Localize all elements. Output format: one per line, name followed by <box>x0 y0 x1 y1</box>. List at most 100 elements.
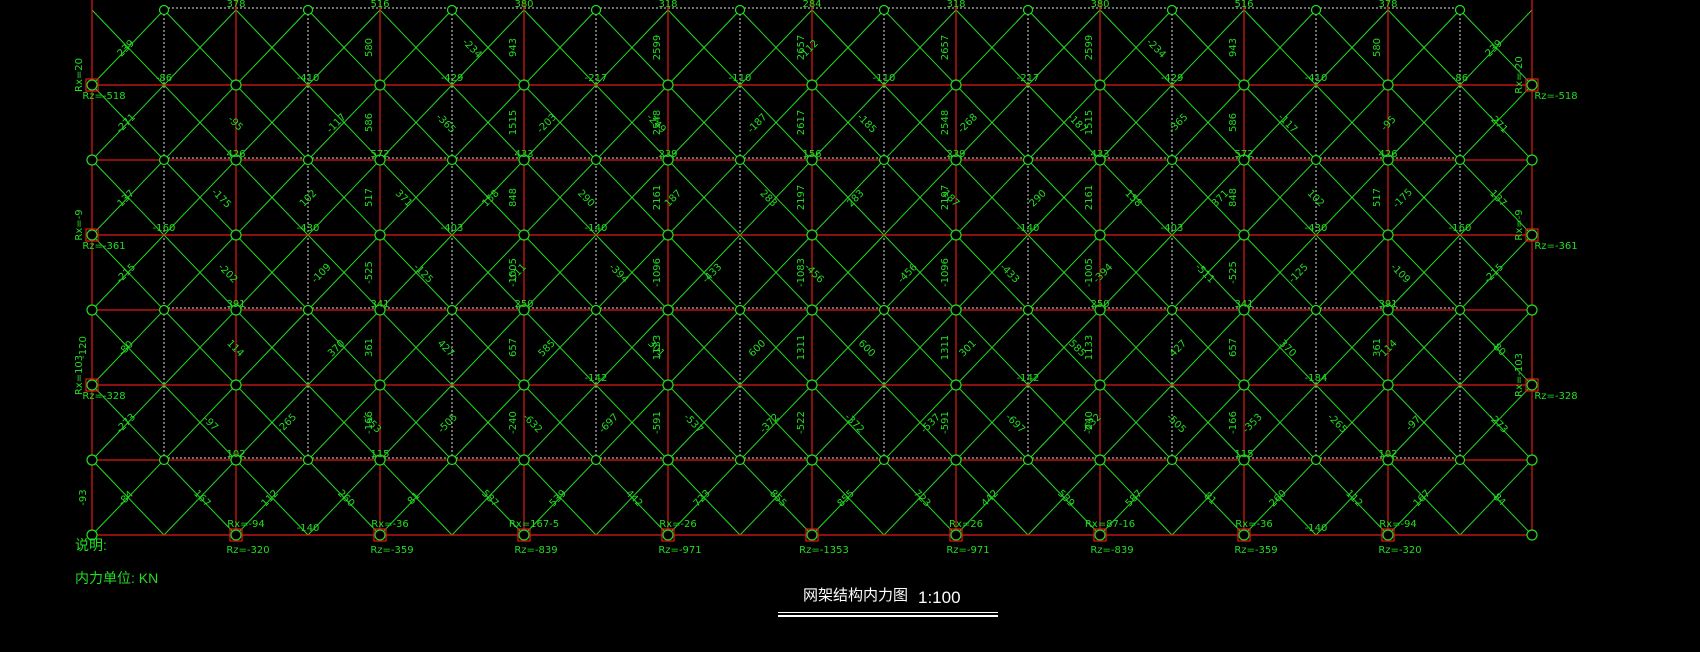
force-label: 301 <box>957 338 978 359</box>
force-label: -394 <box>606 262 630 286</box>
force-label: -95 <box>225 114 244 133</box>
support-reaction-label: Rz=-361 <box>1534 241 1577 252</box>
force-label: 115 <box>370 449 389 460</box>
force-label: -268 <box>956 112 980 136</box>
force-label: 516 <box>370 0 389 10</box>
force-label: 427 <box>1168 338 1189 359</box>
joint-node <box>518 379 530 391</box>
force-label: 250 <box>1090 299 1109 310</box>
force-label: 657 <box>1228 338 1239 357</box>
force-label: -505 <box>436 412 460 436</box>
joint-node <box>950 304 962 316</box>
force-label: 239 <box>946 149 965 160</box>
joint-node <box>1166 454 1178 466</box>
joint-node <box>950 529 962 541</box>
force-label: 848 <box>1228 188 1239 207</box>
joint-node <box>158 4 170 16</box>
force-label: 380 <box>514 0 533 10</box>
force-label: -217 <box>585 73 608 84</box>
joint-node <box>1310 304 1322 316</box>
force-label: 516 <box>1234 0 1253 10</box>
force-label: -1096 <box>652 258 663 287</box>
force-label: 586 <box>364 113 375 132</box>
joint-node <box>1094 379 1106 391</box>
force-label: -125 <box>1287 262 1311 286</box>
joint-node <box>374 229 386 241</box>
support-reaction-label: Rz=-361 <box>82 241 125 252</box>
force-label: 580 <box>1372 38 1383 57</box>
force-label: -273 <box>1486 412 1510 436</box>
force-label: 102 <box>1378 449 1397 460</box>
joint-node <box>1454 154 1466 166</box>
drawing-title: 网架结构内力图 <box>803 587 909 604</box>
joint-node <box>950 379 962 391</box>
joint-node <box>662 529 674 541</box>
joint-node <box>230 79 242 91</box>
support-reaction-label: Rz=-359 <box>1234 545 1277 556</box>
force-label: -430 <box>1305 223 1328 234</box>
joint-node <box>86 79 98 91</box>
joint-node <box>806 454 818 466</box>
force-label: 156 <box>802 149 821 160</box>
joint-node <box>590 154 602 166</box>
force-label: -591 <box>940 411 951 434</box>
force-label: 517 <box>364 188 375 207</box>
force-label: -505 <box>1164 412 1188 436</box>
force-label: -86 <box>156 73 172 84</box>
joint-node <box>806 229 818 241</box>
support-reaction-label: Rz=-359 <box>370 545 413 556</box>
force-label: -394 <box>1091 262 1115 286</box>
note-label: 说明: <box>75 537 107 553</box>
force-label: 1133 <box>1084 335 1095 360</box>
joint-node <box>1382 79 1394 91</box>
joint-node <box>446 154 458 166</box>
joint-node <box>1238 529 1250 541</box>
joint-node <box>734 154 746 166</box>
force-label: -109 <box>310 262 334 286</box>
support-reaction-label: Rx=-94 <box>227 519 265 530</box>
support-reaction-label: Rx=-9 <box>74 209 85 240</box>
support-reaction-label: Rx=167-5 <box>509 519 559 530</box>
joint-node <box>806 79 818 91</box>
joint-node <box>230 379 242 391</box>
joint-node <box>1166 154 1178 166</box>
joint-node <box>1310 454 1322 466</box>
force-label: -271 <box>1486 112 1510 136</box>
force-label: -203 <box>535 112 559 136</box>
joint-node <box>1454 4 1466 16</box>
force-label: 361 <box>364 338 375 357</box>
force-label: -140 <box>585 223 608 234</box>
force-label: -1096 <box>940 258 951 287</box>
joint-node <box>374 379 386 391</box>
force-label: -140 <box>1305 523 1328 534</box>
force-label: 943 <box>508 38 519 57</box>
support-reaction-label: Rx=-26 <box>659 519 697 530</box>
joint-node <box>1094 229 1106 241</box>
force-label: 1311 <box>796 335 807 360</box>
force-label: -234 <box>460 37 484 61</box>
force-label: -166 <box>1228 411 1239 434</box>
support-reaction-label: Rx=-9 <box>1514 209 1525 240</box>
force-label: 370 <box>1277 338 1298 359</box>
joint-node <box>662 379 674 391</box>
joint-node <box>1310 154 1322 166</box>
force-label: 380 <box>1090 0 1109 10</box>
force-label: -429 <box>1161 73 1184 84</box>
joint-node <box>446 304 458 316</box>
support-reaction-label: Rz=-518 <box>82 91 125 102</box>
force-label: 433 <box>514 149 533 160</box>
force-label: 572 <box>1234 149 1253 160</box>
support-reaction-label: Rz=-971 <box>946 545 989 556</box>
force-label: -410 <box>1305 73 1328 84</box>
force-label: 2197 <box>796 185 807 210</box>
force-label: -511 <box>1193 262 1217 286</box>
support-reaction-label: Rx=-36 <box>1235 519 1273 530</box>
joint-node <box>662 454 674 466</box>
joint-node <box>518 79 530 91</box>
joint-node <box>950 454 962 466</box>
joint-node <box>518 454 530 466</box>
joint-node <box>1526 154 1538 166</box>
force-label: -240 <box>508 411 519 434</box>
joint-node <box>158 154 170 166</box>
joint-node <box>734 304 746 316</box>
